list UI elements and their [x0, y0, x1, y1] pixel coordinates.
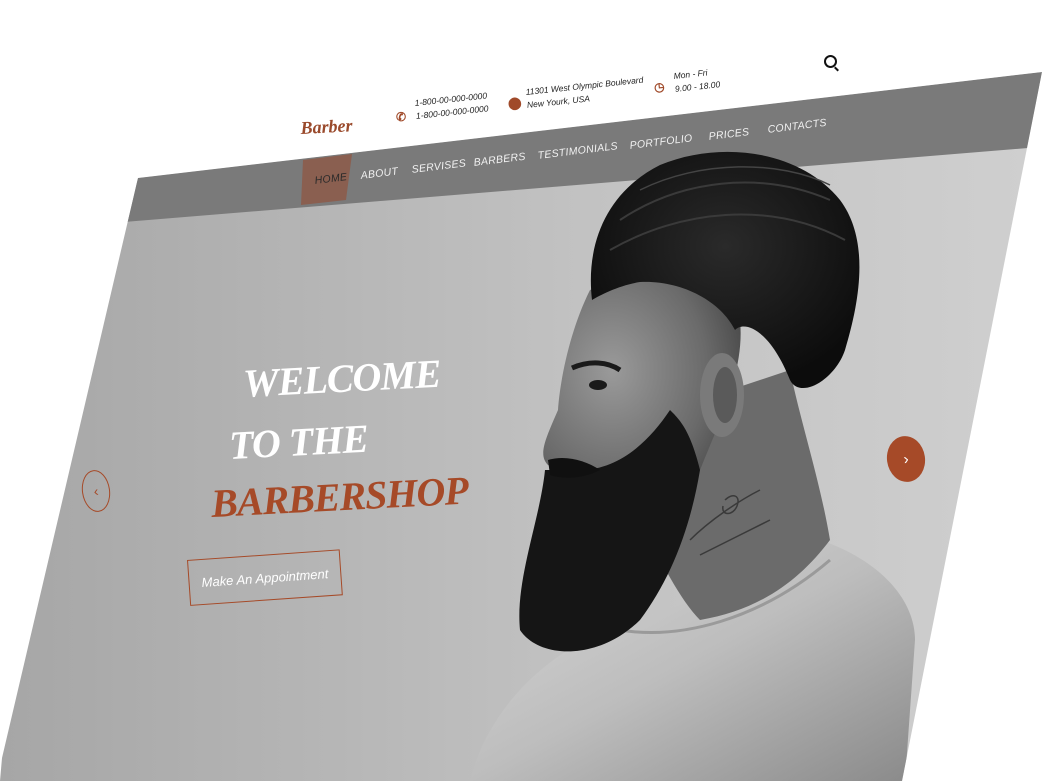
hours-info: Mon - Fri 9.00 - 18.00	[673, 65, 721, 96]
map-pin-icon: ⬤	[507, 95, 523, 111]
chevron-left-icon: ‹	[92, 482, 100, 500]
tilted-webpage: Barber ✆ 1-800-00-000-0000 1-800-00-000-…	[0, 0, 1060, 781]
site-logo[interactable]: Barber	[300, 115, 353, 139]
search-icon[interactable]	[824, 55, 837, 68]
hero-title-line-2: TO THE	[228, 415, 370, 468]
clock-icon: ◷	[653, 79, 666, 95]
chevron-right-icon: ›	[902, 450, 910, 468]
screenshot-stage: Barber ✆ 1-800-00-000-0000 1-800-00-000-…	[0, 0, 1060, 781]
phone-icon: ✆	[395, 109, 407, 125]
page-background	[0, 72, 1042, 781]
